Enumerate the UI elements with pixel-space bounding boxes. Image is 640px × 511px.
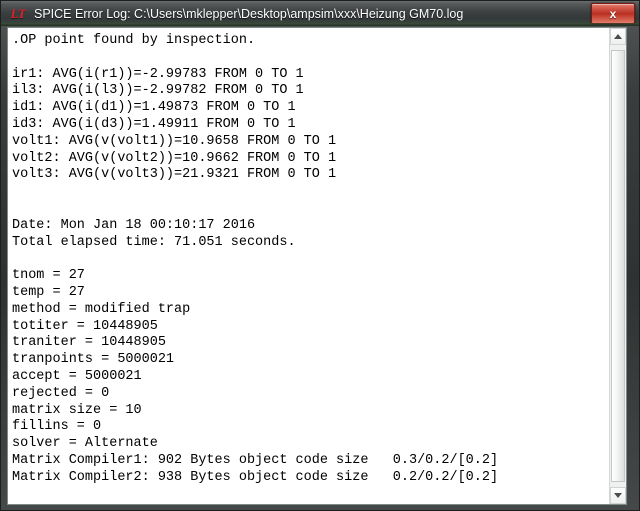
log-line: method = modified trap: [12, 301, 191, 317]
log-line: id1: AVG(i(d1))=1.49873 FROM 0 TO 1: [12, 100, 296, 116]
ltspice-logo-icon: LT: [10, 5, 26, 21]
log-line: Matrix Compiler1: 902 Bytes object code …: [12, 452, 499, 468]
log-line: accept = 5000021: [12, 368, 142, 384]
window-title: SPICE Error Log: C:\Users\mklepper\Deskt…: [34, 6, 464, 21]
log-line: rejected = 0: [12, 385, 110, 401]
log-line: fillins = 0: [12, 419, 102, 435]
log-line: Total elapsed time: 71.051 seconds.: [12, 234, 296, 250]
log-line: tnom = 27: [12, 268, 85, 284]
log-client-area: .OP point found by inspection. ir1: AVG(…: [7, 27, 627, 505]
log-line: id3: AVG(i(d3))=1.49911 FROM 0 TO 1: [12, 116, 296, 132]
vertical-scrollbar[interactable]: [609, 28, 626, 504]
close-icon: x: [609, 6, 617, 21]
log-line: totiter = 10448905: [12, 318, 158, 334]
log-line: volt2: AVG(v(volt2))=10.9662 FROM 0 TO 1: [12, 150, 337, 166]
log-line: Date: Mon Jan 18 00:10:17 2016: [12, 217, 256, 233]
log-line: .OP point found by inspection.: [12, 33, 256, 48]
log-line: volt1: AVG(v(volt1))=10.9658 FROM 0 TO 1: [12, 133, 337, 149]
log-line: ir1: AVG(i(r1))=-2.99783 FROM 0 TO 1: [12, 66, 304, 82]
log-line: temp = 27: [12, 284, 85, 300]
chevron-down-icon: [614, 493, 622, 498]
scroll-down-button[interactable]: [610, 487, 626, 504]
log-line: traniter = 10448905: [12, 335, 166, 351]
scrollbar-thumb[interactable]: [611, 50, 625, 482]
log-line: matrix size = 10: [12, 402, 142, 418]
log-line: il3: AVG(i(l3))=-2.99782 FROM 0 TO 1: [12, 83, 304, 99]
log-line: Matrix Compiler2: 938 Bytes object code …: [12, 469, 499, 485]
scroll-up-button[interactable]: [610, 28, 626, 45]
spice-error-log-window: LT SPICE Error Log: C:\Users\mklepper\De…: [0, 0, 640, 511]
title-bar[interactable]: LT SPICE Error Log: C:\Users\mklepper\De…: [1, 1, 639, 26]
log-line: solver = Alternate: [12, 436, 158, 452]
close-button[interactable]: x: [591, 3, 635, 24]
log-text-area[interactable]: .OP point found by inspection. ir1: AVG(…: [8, 28, 609, 504]
log-line: tranpoints = 5000021: [12, 352, 175, 368]
chevron-up-icon: [614, 34, 622, 39]
log-line: volt3: AVG(v(volt3))=21.9321 FROM 0 TO 1: [12, 167, 337, 183]
